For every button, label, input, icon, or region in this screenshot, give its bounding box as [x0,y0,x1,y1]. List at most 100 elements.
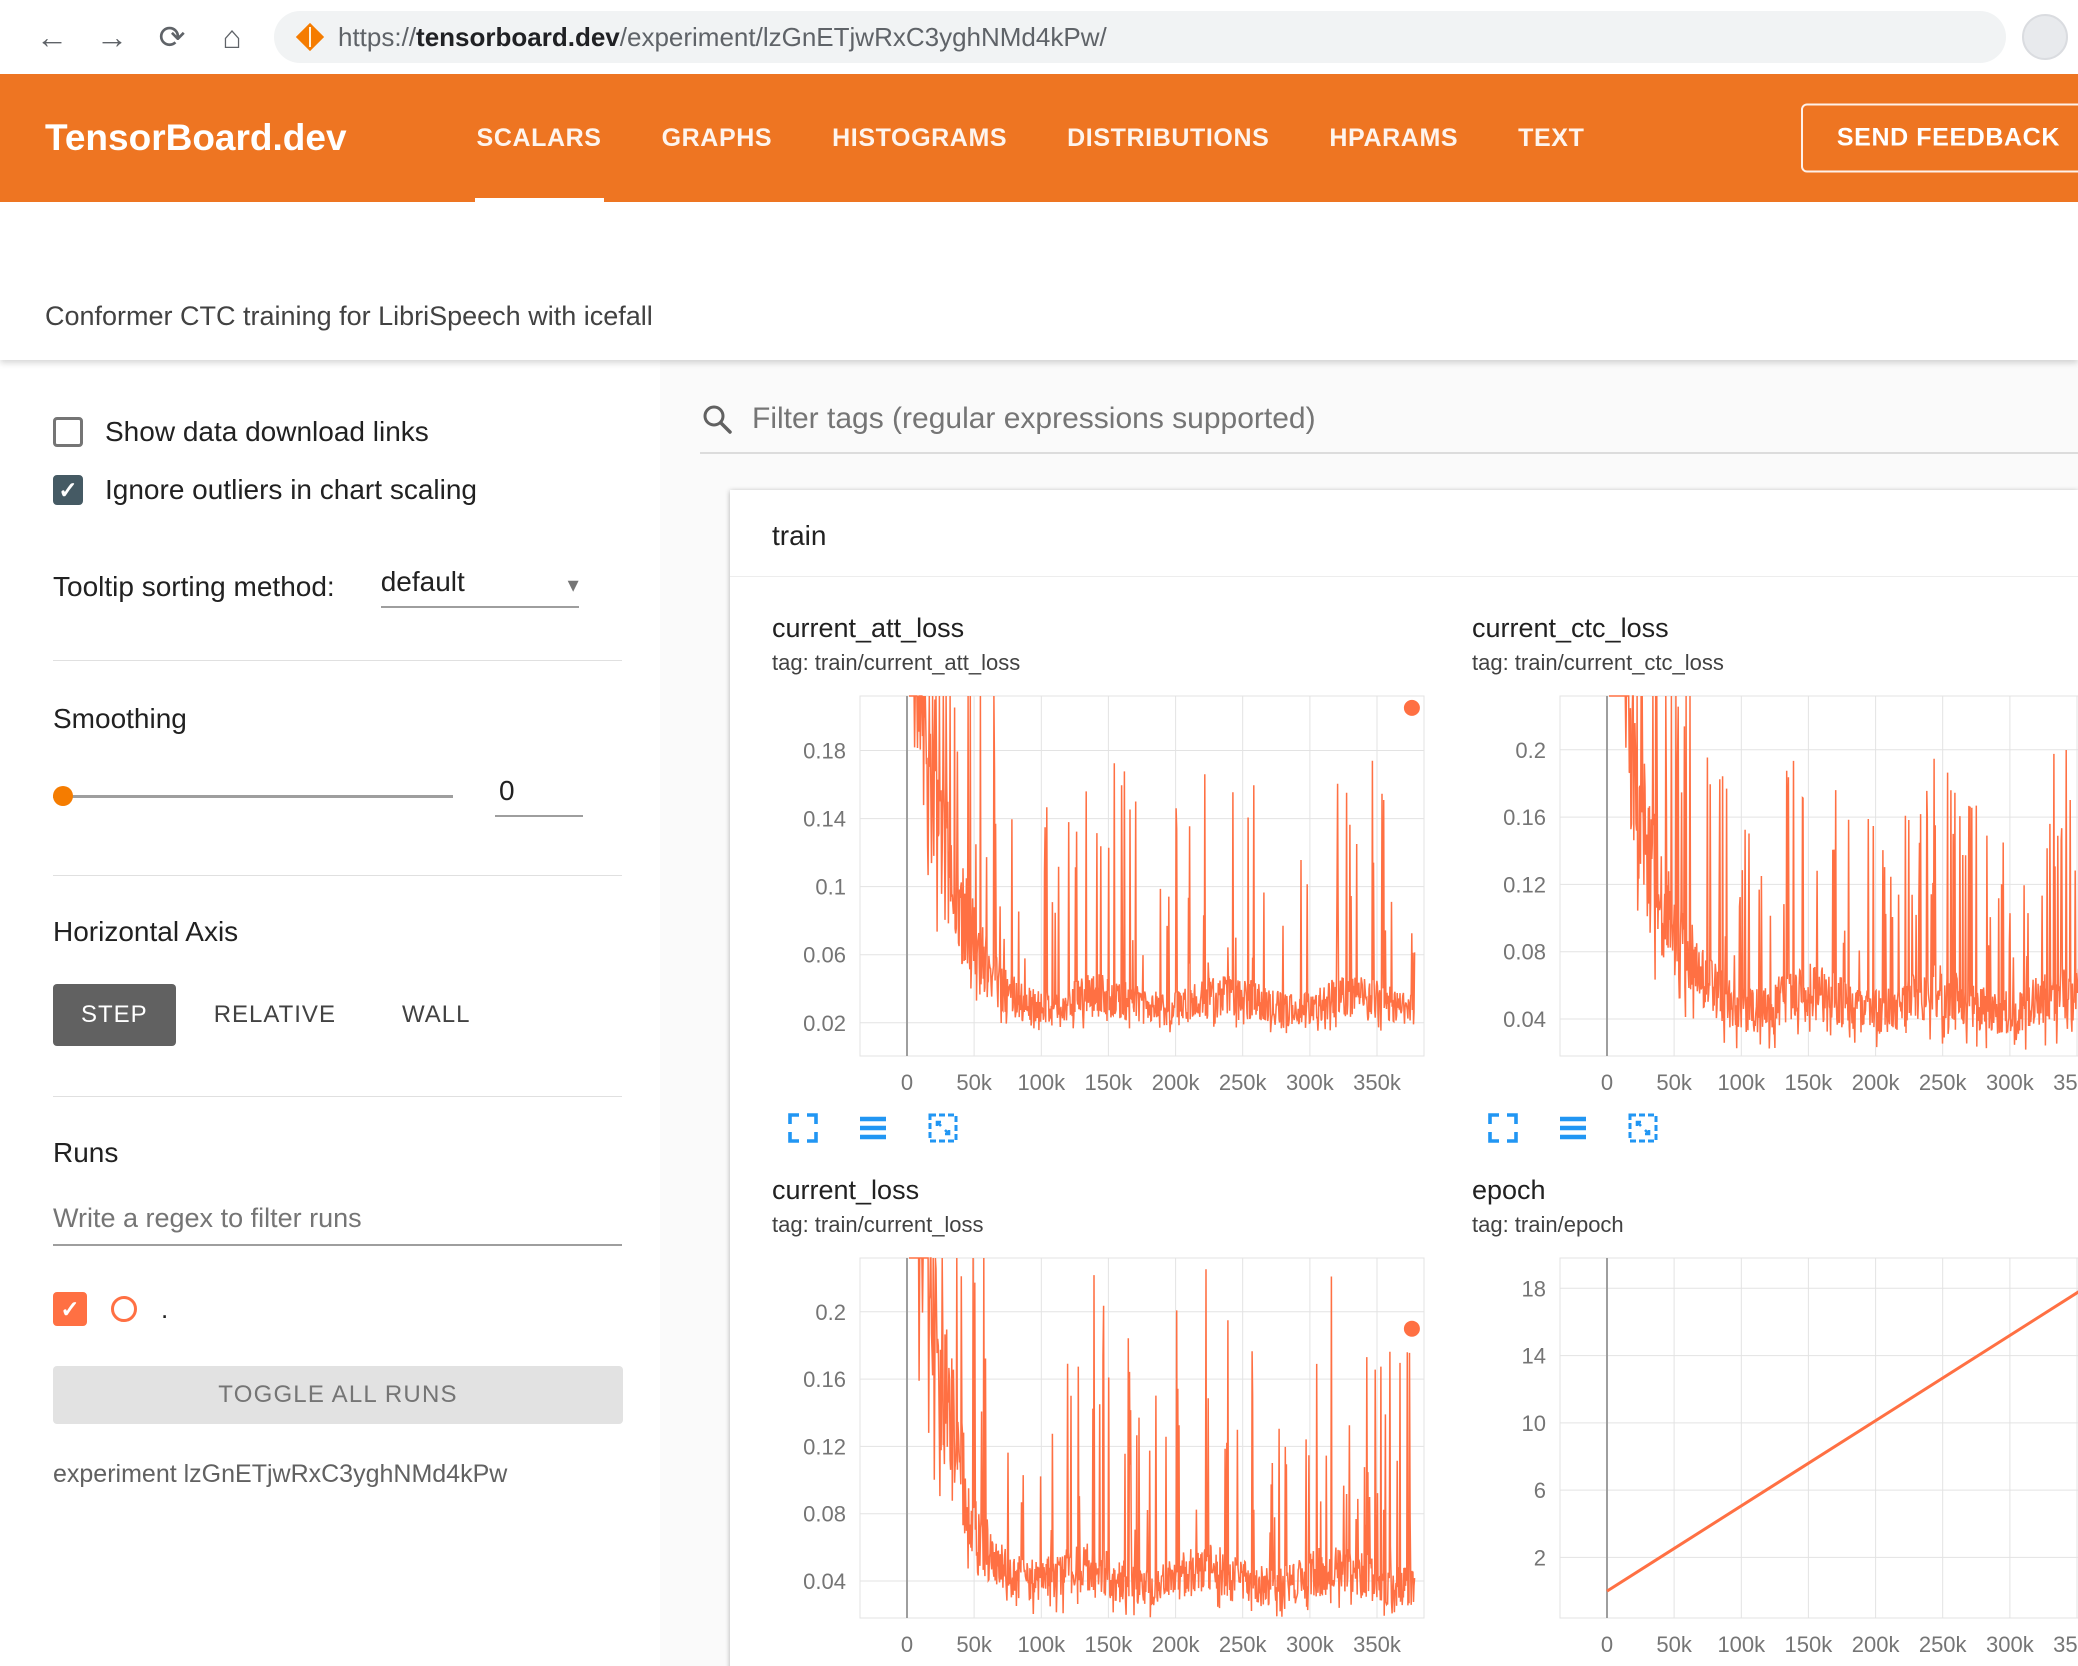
chart-plot[interactable]: 0.04 0.08 0.12 0.16 0.2 0 50k 100k 150k 200k 250k 3… [772,1250,1432,1665]
experiment-title-bar: Conformer CTC training for LibriSpeech w… [0,202,2078,360]
divider [53,875,622,876]
tab-distributions[interactable]: DISTRIBUTIONS [1037,74,1299,202]
address-bar[interactable]: https://tensorboard.dev/experiment/lzGnE… [274,11,2006,63]
ignore-outliers-label: Ignore outliers in chart scaling [105,474,477,505]
svg-text:0.18: 0.18 [803,739,846,764]
svg-text:100k: 100k [1017,1632,1066,1657]
chart-plot[interactable]: 0.02 0.06 0.1 0.14 0.18 0 50k 100k 150k 200k 250k 3… [772,688,1432,1103]
show-download-checkbox[interactable] [53,417,83,447]
svg-text:50k: 50k [956,1070,992,1095]
ignore-outliers-row: ✓ Ignore outliers in chart scaling [53,474,622,506]
ignore-outliers-checkbox[interactable]: ✓ [53,475,83,505]
run-name: . [161,1293,169,1324]
forward-icon[interactable]: → [82,19,142,56]
search-icon [703,405,732,434]
show-download-row: Show data download links [53,416,622,448]
chart-title: epoch [1472,1175,1546,1205]
smoothing-label: Smoothing [53,703,187,734]
svg-text:0.14: 0.14 [803,807,846,832]
svg-text:10: 10 [1522,1411,1546,1436]
svg-text:350k: 350k [2053,1632,2078,1657]
svg-text:0.02: 0.02 [803,1011,846,1036]
svg-text:0: 0 [1601,1070,1613,1095]
main-content: train current_att_loss tag: train/curren… [660,360,2078,1666]
runs-filter-input[interactable] [53,1203,622,1246]
run-checkbox[interactable]: ✓ [53,1292,87,1326]
chart-epoch: epoch tag: train/epoch 2 6 10 14 18 0 50k 100k 1… [1472,1175,2078,1666]
slider-thumb[interactable] [53,786,73,806]
send-feedback-button[interactable]: SEND FEEDBACK [1800,103,2078,173]
axis-step-button[interactable]: STEP [53,984,176,1046]
show-download-label: Show data download links [105,416,429,447]
profile-avatar[interactable] [2022,14,2068,60]
svg-text:300k: 300k [1286,1632,1335,1657]
svg-text:0.04: 0.04 [1503,1007,1546,1032]
url-text: https://tensorboard.dev/experiment/lzGnE… [338,22,1107,53]
svg-text:50k: 50k [956,1632,992,1657]
app-title: TensorBoard.dev [45,117,347,158]
filter-tags-row [700,402,2078,454]
reload-icon[interactable]: ⟳ [142,18,202,56]
section-title[interactable]: train [730,490,2078,577]
log-scale-icon[interactable] [1556,1111,1590,1145]
svg-text:0.12: 0.12 [803,1434,846,1459]
expand-chart-icon[interactable] [1486,1111,1520,1145]
sidebar: Show data download links ✓ Ignore outlie… [0,360,660,1666]
expand-chart-icon[interactable] [786,1111,820,1145]
chart-title: current_ctc_loss [1472,613,1669,643]
run-color-swatch [111,1296,137,1322]
svg-text:200k: 200k [1152,1632,1201,1657]
tab-graphs[interactable]: GRAPHS [632,74,803,202]
url-scheme: https:// [338,21,417,52]
app-header: TensorBoard.dev SCALARS GRAPHS HISTOGRAM… [0,74,2078,202]
horizontal-axis-label: Horizontal Axis [53,916,239,947]
experiment-caption: experiment lzGnETjwRxC3yghNMd4kPw [53,1460,508,1488]
home-icon[interactable]: ⌂ [202,19,262,56]
svg-text:150k: 150k [1085,1632,1134,1657]
log-scale-icon[interactable] [856,1111,890,1145]
runs-label: Runs [53,1137,119,1168]
chart-current-att-loss: current_att_loss tag: train/current_att_… [772,613,1432,1145]
back-icon[interactable]: ← [22,19,82,56]
smoothing-value-field[interactable]: 0 [495,775,583,817]
svg-text:200k: 200k [1852,1632,1901,1657]
fit-domain-icon[interactable] [926,1111,960,1145]
svg-text:300k: 300k [1286,1070,1335,1095]
svg-text:350k: 350k [1353,1070,1402,1095]
svg-text:100k: 100k [1017,1070,1066,1095]
chart-plot[interactable]: 0.04 0.08 0.12 0.16 0.2 0 50k 100k 150k 200k 250k 3… [1472,688,2078,1103]
svg-text:100k: 100k [1717,1070,1766,1095]
svg-text:200k: 200k [1852,1070,1901,1095]
svg-text:150k: 150k [1785,1070,1834,1095]
svg-text:0.16: 0.16 [1503,805,1546,830]
url-path: /experiment/lzGnETjwRxC3yghNMd4kPw/ [619,21,1107,52]
tab-hparams[interactable]: HPARAMS [1299,74,1488,202]
svg-text:0: 0 [1601,1632,1613,1657]
horizontal-axis-buttons: STEP RELATIVE WALL [53,984,622,1046]
svg-text:0: 0 [901,1632,913,1657]
chart-title: current_att_loss [772,613,965,643]
toggle-all-runs-button[interactable]: TOGGLE ALL RUNS [53,1366,623,1424]
browser-chrome: ← → ⟳ ⌂ https://tensorboard.dev/experime… [0,0,2078,74]
chart-tag: tag: train/current_loss [772,1212,984,1237]
divider [53,1096,622,1097]
svg-text:250k: 250k [1219,1632,1268,1657]
filter-tags-input[interactable] [752,402,2078,436]
chart-toolbar [1486,1111,2078,1145]
svg-text:200k: 200k [1152,1070,1201,1095]
svg-text:0.04: 0.04 [803,1569,846,1594]
tab-text[interactable]: TEXT [1488,74,1614,202]
axis-wall-button[interactable]: WALL [374,984,498,1046]
tab-scalars[interactable]: SCALARS [447,74,632,202]
svg-text:350k: 350k [1353,1632,1402,1657]
svg-text:350k: 350k [2053,1070,2078,1095]
smoothing-slider[interactable] [53,785,453,807]
tab-histograms[interactable]: HISTOGRAMS [802,74,1037,202]
svg-text:0.06: 0.06 [803,943,846,968]
experiment-title: Conformer CTC training for LibriSpeech w… [45,301,653,331]
chart-plot[interactable]: 2 6 10 14 18 0 50k 100k 150k 200k 250k 300k 350k [1472,1250,2078,1665]
tooltip-sorting-value: default [380,566,465,597]
fit-domain-icon[interactable] [1626,1111,1660,1145]
axis-relative-button[interactable]: RELATIVE [186,984,364,1046]
tooltip-sorting-select[interactable]: default ▾ [380,566,579,608]
